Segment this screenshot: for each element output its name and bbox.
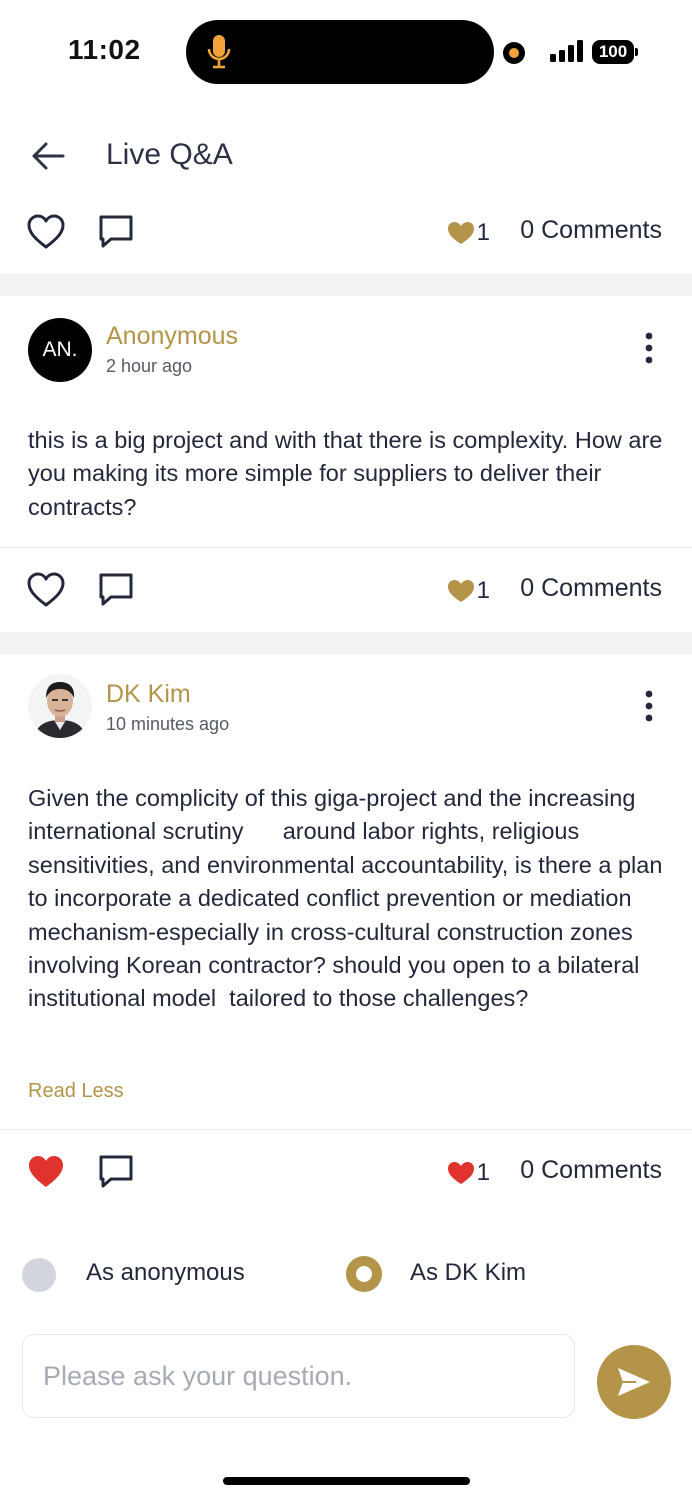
gold-heart-icon (447, 580, 474, 602)
post-time: 10 minutes ago (106, 714, 230, 734)
battery-icon: 100 (592, 40, 638, 64)
question-text: Given the complicity of this giga-projec… (28, 785, 669, 1012)
session-action-row: 1 0 Comments (0, 202, 692, 262)
send-button[interactable] (597, 1345, 671, 1419)
comment-icon[interactable] (96, 570, 136, 610)
red-heart-icon (447, 1162, 474, 1184)
like-count-value: 1 (476, 219, 490, 246)
question-text: this is a big project and with that ther… (28, 427, 663, 520)
author-name: DK Kim (106, 680, 191, 708)
author-name: Anonymous (106, 322, 239, 350)
home-indicator[interactable] (223, 1477, 470, 1485)
post-action-row: 1 0 Comments (0, 1142, 692, 1202)
question-input[interactable] (22, 1334, 575, 1418)
as-named-radio[interactable] (346, 1256, 382, 1292)
post-action-row: 1 0 Comments (0, 560, 692, 620)
avatar (28, 674, 92, 738)
gold-heart-icon (447, 222, 474, 244)
divider (0, 547, 692, 548)
as-anonymous-label[interactable]: As anonymous (86, 1259, 245, 1287)
comment-icon[interactable] (96, 1152, 136, 1192)
like-count-value: 1 (476, 577, 490, 604)
status-time: 11:02 (68, 34, 141, 65)
post-time: 2 hour ago (106, 356, 193, 376)
send-icon (618, 1368, 650, 1396)
like-count: 1 (447, 218, 490, 248)
like-heart-filled-icon[interactable] (26, 1152, 66, 1192)
comment-count[interactable]: 0 Comments (520, 574, 662, 603)
page-title: Live Q&A (106, 138, 233, 171)
as-named-label[interactable]: As DK Kim (410, 1259, 526, 1287)
as-anonymous-radio[interactable] (22, 1258, 56, 1292)
back-arrow-icon[interactable] (30, 138, 66, 174)
section-separator (0, 274, 692, 296)
microphone-icon (207, 35, 231, 69)
like-heart-outline-icon[interactable] (26, 570, 66, 610)
more-options-icon[interactable] (636, 688, 662, 724)
comment-count[interactable]: 0 Comments (520, 1156, 662, 1185)
like-count: 1 (447, 1158, 490, 1188)
like-count: 1 (447, 576, 490, 606)
comment-count[interactable]: 0 Comments (520, 216, 662, 245)
cellular-signal-icon (550, 40, 583, 62)
divider (0, 1129, 692, 1130)
camera-indicator-icon (503, 42, 525, 64)
avatar: AN. (28, 318, 92, 382)
like-heart-outline-icon[interactable] (26, 212, 66, 252)
profile-photo (28, 674, 92, 738)
more-options-icon[interactable] (636, 330, 662, 366)
comment-icon[interactable] (96, 212, 136, 252)
like-count-value: 1 (476, 1159, 490, 1186)
read-less-link[interactable]: Read Less (28, 1080, 124, 1103)
dynamic-island (186, 20, 494, 84)
section-separator (0, 632, 692, 654)
